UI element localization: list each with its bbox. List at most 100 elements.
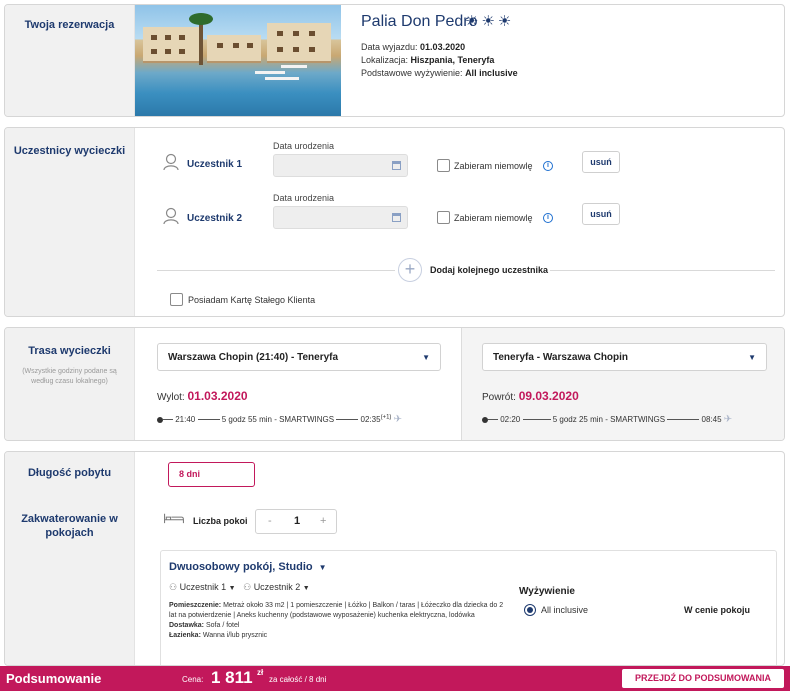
return-date: Powrót: 09.03.2020: [482, 389, 579, 403]
infant-label-2: Zabieram niemowlę: [454, 213, 533, 223]
board-title: Wyżywienie: [519, 586, 575, 597]
room-description: Pomieszczenie: Metraż około 33 m2 | 1 po…: [169, 601, 509, 641]
return-arr-time: 08:45: [701, 415, 722, 424]
outbound-date-label: Wylot:: [157, 392, 185, 403]
participants-panel: Uczestnicy wycieczki Uczestnik 1 Data ur…: [4, 127, 785, 317]
room-person-1[interactable]: Uczestnik 1: [180, 582, 227, 592]
return-flight-value: Teneryfa - Warszawa Chopin: [493, 352, 629, 363]
return-timeline: 02:20 5 godz 25 min - SMARTWINGS 08:45 ✈: [482, 414, 732, 425]
timeline-line: [163, 419, 173, 421]
rooms-count-label: Liczba pokoi: [193, 516, 248, 526]
reservation-title: Twoja rezerwacja: [24, 19, 115, 31]
departure-label: Data wyjazdu:: [361, 42, 418, 52]
room-extra-text: Sofa / fotel: [205, 622, 240, 629]
dob-input-2[interactable]: [273, 206, 408, 229]
stay-length-field[interactable]: 8 dni: [168, 462, 255, 487]
add-participant-link[interactable]: Dodaj kolejnego uczestnika: [430, 265, 548, 275]
outbound-dep-time: 21:40: [175, 415, 196, 424]
outbound-timeline: 21:40 5 godz 55 min - SMARTWINGS 02:35(+…: [157, 414, 402, 425]
rooms-increment-button[interactable]: +: [320, 515, 326, 527]
hotel-name: Palia Don Pedro: [361, 13, 478, 30]
calendar-icon[interactable]: [392, 213, 401, 222]
route-note: (Wszystkie godziny podane są według czas…: [22, 368, 117, 385]
divider: [157, 270, 395, 271]
timeline-line: [488, 419, 498, 421]
return-duration: 5 godz 25 min - SMARTWINGS: [552, 415, 666, 424]
price-label: Cena:: [182, 675, 204, 684]
infant-label-1: Zabieram niemowlę: [454, 161, 533, 171]
plane-icon: ✈: [393, 414, 403, 425]
chevron-down-icon: ▼: [318, 563, 327, 572]
plane-icon: ✈: [723, 414, 733, 425]
outbound-date-value: 01.03.2020: [187, 389, 248, 403]
outbound-column: Warszawa Chopin (21:40) - Teneryfa ▼ Wyl…: [135, 328, 461, 440]
rooms-stepper: - 1 +: [255, 509, 337, 534]
board-price: W cenie pokoju: [684, 605, 751, 615]
location-label: Lokalizacja:: [361, 55, 409, 65]
rooms-decrement-button[interactable]: -: [268, 515, 272, 527]
stay-length-title: Długość pobytu: [27, 467, 112, 479]
outbound-flight-value: Warszawa Chopin (21:40) - Teneryfa: [168, 352, 339, 363]
hotel-info: Data wyjazdu: 01.03.2020 Lokalizacja: Hi…: [361, 41, 518, 80]
loyalty-card-checkbox[interactable]: [170, 293, 183, 306]
stay-side: Długość pobytu Zakwaterowanie w pokojach: [5, 452, 135, 665]
reservation-side: Twoja rezerwacja: [5, 5, 135, 116]
dob-input-1[interactable]: [273, 154, 408, 177]
price-currency: zł: [257, 668, 264, 677]
price-note: za całość / 8 dni: [269, 675, 327, 684]
room-desc-label: Pomieszczenie:: [169, 602, 222, 609]
total-price: 1 811: [211, 668, 253, 687]
return-date-value: 09.03.2020: [518, 389, 579, 403]
person-icon: ⚇: [243, 582, 252, 592]
room-card: Dwuosobowy pokój, Studio ▼ ⚇ Uczestnik 1…: [160, 550, 777, 665]
info-icon[interactable]: i: [543, 161, 553, 171]
dob-label-1: Data urodzenia: [273, 141, 335, 151]
dob-label-2: Data urodzenia: [273, 193, 335, 203]
chevron-down-icon: ▼: [748, 353, 756, 362]
person-icon: ⚇: [169, 582, 178, 592]
summary-footer: Podsumowanie Cena: 1 811 zł za całość / …: [0, 666, 790, 691]
outbound-arr-time: 02:35: [360, 415, 381, 424]
calendar-icon[interactable]: [392, 161, 401, 170]
board-radio[interactable]: [524, 604, 536, 616]
room-bath-text: Wanna i/lub prysznic: [202, 632, 268, 639]
board-value: All inclusive: [465, 68, 518, 78]
bed-icon: [164, 513, 184, 524]
return-dep-time: 02:20: [500, 415, 521, 424]
route-title: Trasa wycieczki: [28, 345, 111, 357]
add-participant-icon[interactable]: +: [398, 258, 422, 282]
info-icon[interactable]: i: [543, 213, 553, 223]
timeline-line: [522, 419, 551, 421]
rooms-count-value: 1: [294, 515, 301, 527]
board-option: All inclusive: [541, 605, 589, 615]
timeline-line: [667, 419, 700, 421]
hotel-stars-icon: ☀☀☀: [465, 13, 515, 30]
outbound-flight-select[interactable]: Warszawa Chopin (21:40) - Teneryfa ▼: [157, 343, 441, 371]
hotel-photo: [135, 5, 341, 116]
remove-participant-2-button[interactable]: usuń: [582, 203, 620, 225]
outbound-arr-suffix: (+1): [380, 414, 392, 421]
infant-checkbox-1[interactable]: [437, 159, 450, 172]
timeline-line: [336, 419, 359, 421]
room-type-select[interactable]: Dwuosobowy pokój, Studio ▼: [169, 561, 327, 573]
infant-checkbox-2[interactable]: [437, 211, 450, 224]
room-person-2[interactable]: Uczestnik 2: [254, 582, 301, 592]
route-panel: Trasa wycieczki (Wszystkie godziny podan…: [4, 327, 785, 441]
chevron-down-icon: ▼: [422, 353, 430, 362]
loyalty-card-label: Posiadam Kartę Stałego Klienta: [188, 295, 316, 305]
return-flight-select[interactable]: Teneryfa - Warszawa Chopin ▼: [482, 343, 767, 371]
chevron-down-icon[interactable]: ▼: [229, 585, 236, 592]
person-icon: [163, 207, 179, 225]
go-to-summary-button[interactable]: PRZEJDŹ DO PODSUMOWANIA: [622, 669, 784, 688]
summary-title: Podsumowanie: [6, 671, 102, 686]
participants-title: Uczestnicy wycieczki: [13, 145, 126, 157]
location-value: Hiszpania, Teneryfa: [410, 55, 495, 65]
timeline-line: [197, 419, 220, 421]
board-label: Podstawowe wyżywienie:: [361, 68, 463, 78]
room-participants: ⚇ Uczestnik 1 ▼ ⚇ Uczestnik 2 ▼: [169, 582, 310, 593]
return-column: Teneryfa - Warszawa Chopin ▼ Powrót: 09.…: [461, 328, 784, 440]
participant-2-label: Uczestnik 2: [187, 213, 243, 224]
divider: [550, 270, 775, 271]
remove-participant-1-button[interactable]: usuń: [582, 151, 620, 173]
chevron-down-icon[interactable]: ▼: [303, 585, 310, 592]
